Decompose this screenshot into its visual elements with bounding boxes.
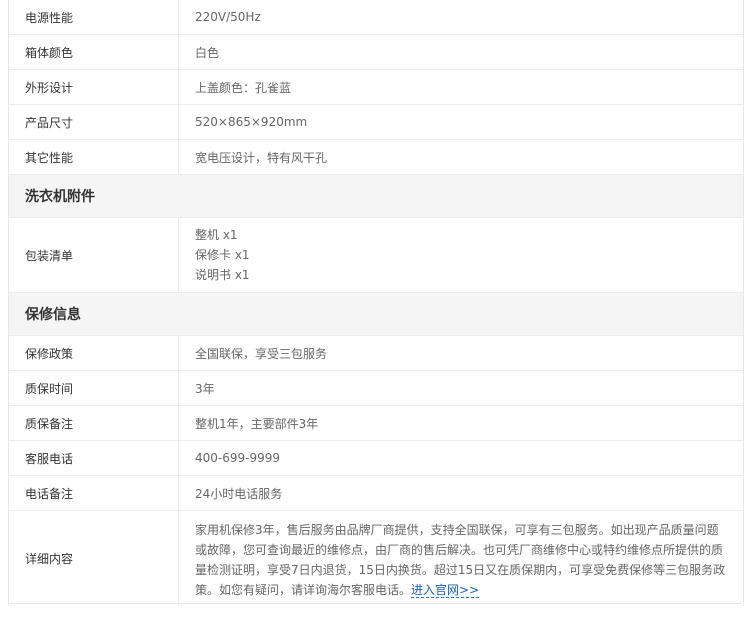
spec-label: 其它性能 <box>9 140 179 174</box>
spec-label: 保修政策 <box>9 336 179 370</box>
spec-table: 电源性能 220V/50Hz 箱体颜色 白色 外形设计 上盖颜色：孔雀蓝 产品尺… <box>8 0 744 606</box>
detail-paragraph: 家用机保修3年，售后服务由品牌厂商提供，支持全国联保，可享有三包服务。如出现产品… <box>179 511 743 606</box>
spec-row-phone-note: 电话备注 24小时电话服务 <box>9 476 743 511</box>
spec-row-color: 箱体颜色 白色 <box>9 35 743 70</box>
spec-row-phone: 客服电话 400-699-9999 <box>9 441 743 476</box>
package-item: 整机 x1 <box>195 228 238 242</box>
spec-row-policy: 保修政策 全国联保，享受三包服务 <box>9 336 743 371</box>
spec-value: 全国联保，享受三包服务 <box>195 346 328 361</box>
table-bottom-border <box>8 603 742 604</box>
spec-label: 客服电话 <box>9 441 179 475</box>
spec-label: 质保时间 <box>9 371 179 405</box>
spec-row-design: 外形设计 上盖颜色：孔雀蓝 <box>9 70 743 105</box>
package-item: 保修卡 x1 <box>195 248 250 262</box>
spec-label: 质保备注 <box>9 406 179 440</box>
spec-row-detail: 详细内容 家用机保修3年，售后服务由品牌厂商提供，支持全国联保，可享有三包服务。… <box>9 511 743 606</box>
spec-row-power: 电源性能 220V/50Hz <box>9 0 743 35</box>
spec-value: 520×865×920mm <box>195 115 308 129</box>
official-site-link[interactable]: 进入官网>> <box>411 583 480 598</box>
package-item: 说明书 x1 <box>195 268 250 282</box>
spec-label: 包装清单 <box>9 218 179 292</box>
spec-row-other: 其它性能 宽电压设计，特有风干孔 <box>9 140 743 175</box>
spec-label: 详细内容 <box>9 511 179 606</box>
spec-label: 外形设计 <box>9 70 179 104</box>
spec-value: 400-699-9999 <box>195 451 281 465</box>
spec-row-package: 包装清单 整机 x1 保修卡 x1 说明书 x1 <box>9 218 743 293</box>
spec-value: 24小时电话服务 <box>195 486 283 501</box>
package-list: 整机 x1 保修卡 x1 说明书 x1 <box>179 218 743 292</box>
spec-row-size: 产品尺寸 520×865×920mm <box>9 105 743 140</box>
spec-value: 3年 <box>195 381 215 396</box>
section-title-accessories: 洗衣机附件 <box>9 175 743 218</box>
spec-value: 宽电压设计，特有风干孔 <box>195 150 328 165</box>
spec-value: 整机1年，主要部件3年 <box>195 416 319 431</box>
spec-label: 箱体颜色 <box>9 35 179 69</box>
spec-value: 白色 <box>195 45 220 60</box>
spec-label: 电话备注 <box>9 476 179 510</box>
spec-row-note: 质保备注 整机1年，主要部件3年 <box>9 406 743 441</box>
spec-value: 上盖颜色：孔雀蓝 <box>195 80 292 95</box>
spec-label: 电源性能 <box>9 0 179 34</box>
spec-row-period: 质保时间 3年 <box>9 371 743 406</box>
spec-value: 220V/50Hz <box>195 10 261 24</box>
spec-label: 产品尺寸 <box>9 105 179 139</box>
section-title-warranty: 保修信息 <box>9 293 743 336</box>
